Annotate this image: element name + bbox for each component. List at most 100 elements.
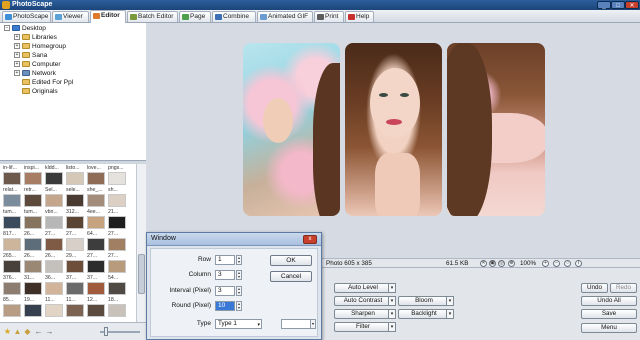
thumbnail-scrollbar[interactable] — [136, 164, 146, 322]
bloom-dropdown[interactable]: ▾ — [446, 296, 454, 306]
thumbnail-item[interactable]: 312... — [66, 209, 84, 229]
thumbnail-item[interactable]: 64... — [87, 231, 105, 251]
actual-size-icon[interactable]: ▣ — [489, 260, 496, 267]
thumbnail-item[interactable]: 12... — [87, 297, 105, 317]
thumbnail-item[interactable]: she_... — [87, 187, 105, 207]
thumbnail-item[interactable]: pngs... — [108, 165, 126, 185]
thumbnail-item[interactable]: 37... — [87, 275, 105, 295]
zoom-icon[interactable]: ⊕ — [508, 260, 515, 267]
tab-combine[interactable]: Combine — [212, 11, 256, 22]
thumbnail-item[interactable]: sele... — [66, 187, 84, 207]
thumbnail-item[interactable]: 54... — [108, 275, 126, 295]
expand-icon[interactable]: + — [14, 52, 20, 59]
zoom-out-icon[interactable]: − — [553, 260, 560, 267]
sharpen-dropdown[interactable]: ▾ — [388, 309, 396, 319]
redo-button[interactable]: Redo — [610, 283, 637, 293]
thumbnail-item[interactable]: 29... — [66, 253, 84, 273]
auto-level-button[interactable]: Auto Level — [334, 283, 392, 293]
tab-viewer[interactable]: Viewer — [52, 11, 89, 22]
column-spinner[interactable]: ▴ ▾ — [236, 270, 242, 280]
ok-button[interactable]: OK — [270, 255, 312, 266]
thumbnail-item[interactable]: 27... — [108, 253, 126, 273]
dialog-close-button[interactable]: x — [303, 235, 317, 244]
tab-photoscape[interactable]: PhotoScape — [2, 11, 51, 22]
tree-item-desktop[interactable]: − Desktop — [4, 24, 46, 33]
thumbnail-item[interactable]: love... — [87, 165, 105, 185]
thumbnail-item[interactable]: 817... — [3, 231, 21, 251]
tree-item-network[interactable]: + Network — [14, 69, 56, 78]
sharpen-button[interactable]: Sharpen — [334, 309, 392, 319]
thumbnail-item[interactable]: 31... — [24, 275, 42, 295]
expand-icon[interactable]: + — [14, 43, 20, 50]
round-spinner[interactable]: ▴ ▾ — [236, 301, 242, 311]
thumbnail-item[interactable]: 26... — [24, 231, 42, 251]
thumbnail-item[interactable]: 4ee... — [87, 209, 105, 229]
interval-input[interactable]: 3 — [215, 286, 235, 296]
thumbnail-item[interactable]: 27... — [45, 231, 63, 251]
thumbnail-item[interactable]: tum... — [24, 209, 42, 229]
thumbnail-item[interactable]: 21... — [108, 209, 126, 229]
filter-button[interactable]: Filter — [334, 322, 392, 332]
thumbnail-item[interactable]: 26... — [45, 253, 63, 273]
thumbnail-item[interactable]: 19... — [24, 297, 42, 317]
expand-icon[interactable]: + — [14, 34, 20, 41]
folder-add-icon[interactable]: ◆ — [23, 327, 32, 336]
forward-arrow-icon[interactable]: → — [45, 327, 54, 336]
thumbnail-item[interactable]: in-lif... — [3, 165, 21, 185]
minimize-button[interactable]: _ — [597, 1, 611, 9]
thumbnail-item[interactable]: tum... — [3, 209, 21, 229]
row-spinner[interactable]: ▴ ▾ — [236, 255, 242, 265]
tree-item-libraries[interactable]: + Libraries — [14, 33, 57, 42]
filter-dropdown[interactable]: ▾ — [388, 322, 396, 332]
thumbnail-item[interactable]: sh... — [108, 187, 126, 207]
thumbnail-item[interactable]: 11... — [45, 297, 63, 317]
thumbnail-item[interactable]: 11... — [66, 297, 84, 317]
color-picker[interactable] — [281, 319, 311, 329]
thumbnail-item[interactable]: listo... — [66, 165, 84, 185]
scrollbar-thumb[interactable] — [138, 254, 145, 294]
thumbnail-item[interactable]: 27... — [66, 231, 84, 251]
tab-page[interactable]: Page — [179, 11, 211, 22]
cancel-button[interactable]: Cancel — [270, 271, 312, 282]
thumbnail-item[interactable]: 37... — [66, 275, 84, 295]
tree-item-sana[interactable]: + Sana — [14, 51, 47, 60]
tab-editor[interactable]: Editor — [90, 10, 126, 23]
expand-icon[interactable]: + — [14, 70, 20, 77]
round-input[interactable]: 10 — [215, 301, 235, 311]
fit-icon[interactable]: ✕ — [480, 260, 487, 267]
column-input[interactable]: 3 — [215, 270, 235, 280]
dialog-title-bar[interactable]: Window x — [147, 233, 321, 246]
thumbnail-item[interactable]: relat... — [3, 187, 21, 207]
close-button[interactable]: ✕ — [625, 1, 639, 9]
slider-knob[interactable] — [104, 327, 108, 336]
tab-print[interactable]: Print — [314, 11, 344, 22]
color-dropdown[interactable]: ▾ — [310, 319, 316, 329]
interval-spinner[interactable]: ▴ ▾ — [236, 286, 242, 296]
auto-contrast-button[interactable]: Auto Contrast — [334, 296, 392, 306]
undo-button[interactable]: Undo — [581, 283, 608, 293]
tab-animated-gif[interactable]: Animated GIF — [257, 11, 313, 22]
image-canvas[interactable] — [147, 23, 640, 258]
tab-help[interactable]: Help — [345, 11, 374, 22]
type-select[interactable]: Type 1 ▾ — [215, 319, 262, 329]
tree-item-homegroup[interactable]: + Homegroup — [14, 42, 66, 51]
thumbnail-item[interactable]: 18... — [108, 297, 126, 317]
auto-contrast-dropdown[interactable]: ▾ — [388, 296, 396, 306]
tree-item-computer[interactable]: + Computer — [14, 60, 61, 69]
backlight-button[interactable]: Backlight — [398, 309, 450, 319]
thumbnail-item[interactable]: inspi... — [24, 165, 42, 185]
thumbnail-item[interactable]: 376... — [3, 275, 21, 295]
maximize-button[interactable]: □ — [611, 1, 625, 9]
save-button[interactable]: Save — [581, 309, 637, 319]
undo-all-button[interactable]: Undo All — [581, 296, 637, 306]
backlight-dropdown[interactable]: ▾ — [446, 309, 454, 319]
tree-item-originals[interactable]: Originals — [22, 87, 58, 96]
auto-level-dropdown[interactable]: ▾ — [388, 283, 396, 293]
thumbnail-item[interactable]: 85... — [3, 297, 21, 317]
thumbnail-item[interactable]: 27... — [108, 231, 126, 251]
back-arrow-icon[interactable]: ← — [34, 327, 43, 336]
collapse-icon[interactable]: − — [4, 25, 10, 32]
thumbnail-item[interactable]: 265... — [3, 253, 21, 273]
bloom-button[interactable]: Bloom — [398, 296, 450, 306]
info-icon[interactable]: i — [575, 260, 582, 267]
